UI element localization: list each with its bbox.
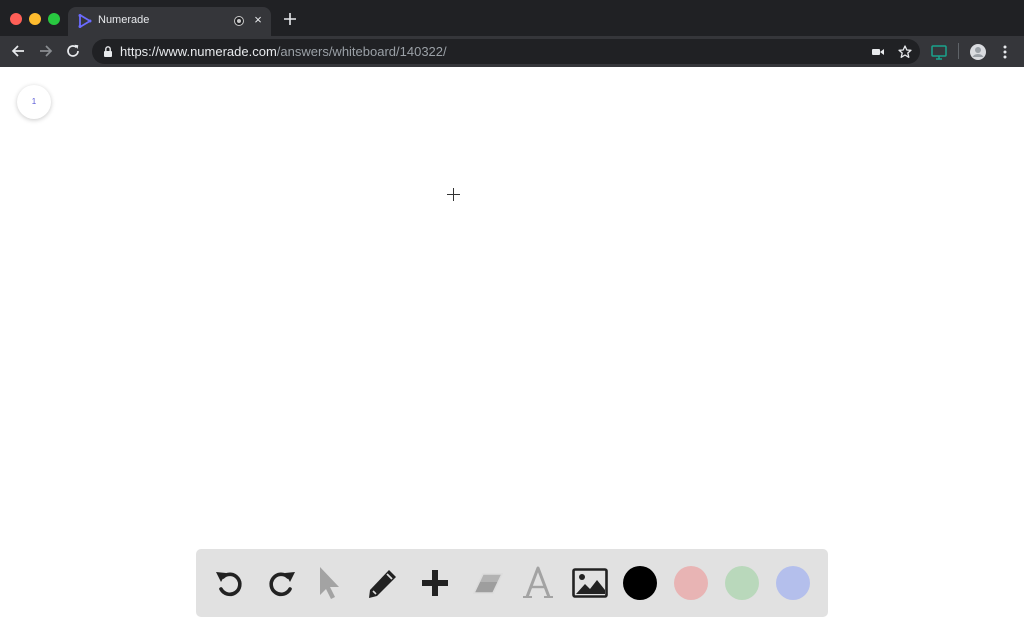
color-swatch-pink[interactable]: [674, 566, 708, 600]
color-swatch-blue[interactable]: [776, 566, 810, 600]
url-text: https://www.numerade.com/answers/whitebo…: [120, 45, 447, 59]
reload-icon[interactable]: [65, 43, 81, 59]
new-tab-icon[interactable]: [282, 11, 298, 27]
url-path: /answers/whiteboard/140322/: [276, 44, 447, 59]
pen-icon[interactable]: [365, 565, 401, 601]
kebab-menu-icon[interactable]: [996, 43, 1014, 61]
text-tool-icon[interactable]: [520, 565, 556, 601]
bookmark-star-icon[interactable]: [897, 44, 913, 60]
undo-icon[interactable]: [212, 565, 248, 601]
tab-close-icon[interactable]: ×: [251, 13, 265, 27]
toolbar-divider: [958, 43, 959, 59]
color-swatch-black[interactable]: [623, 566, 657, 600]
profile-avatar-icon[interactable]: [969, 43, 987, 61]
numerade-logo-icon: [78, 14, 92, 28]
eraser-icon[interactable]: [469, 565, 505, 601]
browser-tab-strip: Numerade ×: [0, 0, 1024, 36]
redo-icon[interactable]: [263, 565, 299, 601]
forward-arrow-icon[interactable]: [38, 43, 54, 59]
recording-indicator-icon: [234, 16, 244, 26]
cast-icon[interactable]: [930, 43, 948, 61]
url-host: https://www.numerade.com: [120, 44, 277, 59]
tab-title: Numerade: [98, 14, 150, 26]
maximize-window-button[interactable]: [48, 13, 60, 25]
whiteboard-toolbar: [196, 549, 828, 617]
select-arrow-icon[interactable]: [313, 565, 349, 601]
image-icon[interactable]: [572, 565, 608, 601]
add-plus-icon[interactable]: [417, 565, 453, 601]
close-window-button[interactable]: [10, 13, 22, 25]
lock-icon: [104, 46, 112, 57]
page-number-badge[interactable]: 1: [17, 85, 51, 119]
browser-tab[interactable]: Numerade ×: [68, 7, 271, 36]
back-arrow-icon[interactable]: [10, 43, 26, 59]
minimize-window-button[interactable]: [29, 13, 41, 25]
address-bar[interactable]: https://www.numerade.com/answers/whitebo…: [92, 39, 920, 64]
browser-toolbar: https://www.numerade.com/answers/whitebo…: [0, 36, 1024, 67]
video-camera-icon[interactable]: [870, 44, 886, 60]
color-swatch-green[interactable]: [725, 566, 759, 600]
crosshair-cursor-icon: [447, 188, 460, 201]
whiteboard-canvas[interactable]: [0, 67, 1024, 626]
